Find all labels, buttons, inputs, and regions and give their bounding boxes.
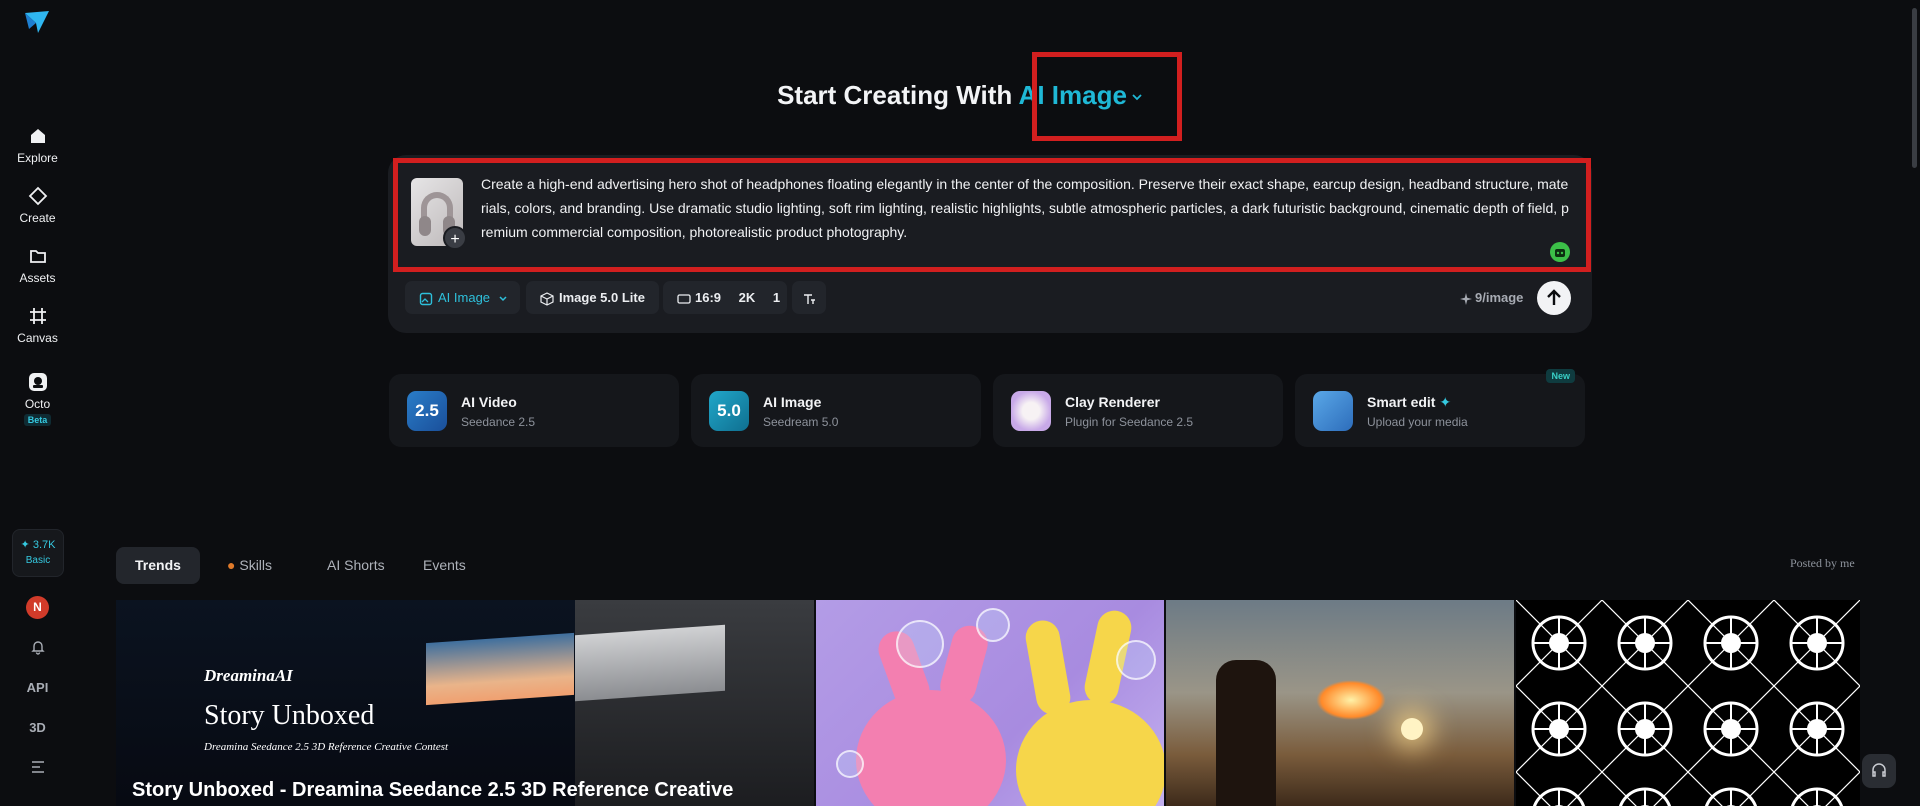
gallery-card-pattern[interactable]: [1516, 600, 1860, 806]
credit-cost: 9/image: [1460, 281, 1523, 314]
model-selector[interactable]: Image 5.0 Lite: [526, 281, 659, 314]
sidebar-item-canvas[interactable]: Canvas: [0, 306, 75, 345]
story-title: Story Unboxed: [204, 700, 375, 731]
sidebar: Explore Create Assets Canvas Octo Beta ✦…: [0, 0, 75, 806]
feature-title: AI Image: [763, 394, 822, 410]
flame-icon: ●: [227, 557, 236, 573]
octo-icon: [28, 373, 47, 391]
page-title: Start Creating With AI Image: [0, 80, 1920, 111]
ai-video-icon: 2.5: [407, 391, 447, 431]
beta-badge: Beta: [23, 414, 52, 426]
add-reference-button[interactable]: +: [443, 226, 467, 250]
tab-events[interactable]: Events: [404, 547, 485, 584]
folder-icon: [29, 250, 46, 263]
generate-button[interactable]: [1537, 281, 1571, 315]
count-label: 1: [772, 290, 781, 305]
page-scrollbar[interactable]: [1909, 0, 1920, 806]
frame-icon: [29, 308, 46, 324]
arrow-up-icon: [1547, 289, 1561, 305]
feature-title: Smart edit ✦: [1367, 394, 1452, 410]
robot-assistant-icon[interactable]: [1550, 242, 1570, 262]
feature-subtitle: Plugin for Seedance 2.5: [1065, 415, 1194, 429]
chevron-down-icon: [499, 296, 507, 301]
mode-dropdown-label: AI Image: [438, 290, 491, 305]
image-icon: [419, 292, 433, 305]
ratio-label: 16:9: [695, 290, 722, 305]
tab-ai-shorts[interactable]: AI Shorts: [308, 547, 404, 584]
brand-logo-text: DreaminaAI: [204, 666, 293, 685]
sparkle-icon: [1460, 292, 1472, 305]
api-button[interactable]: API: [0, 680, 75, 695]
text-style-button[interactable]: [792, 281, 826, 314]
avatar[interactable]: N: [26, 596, 49, 619]
prompt-input[interactable]: Create a high-end advertising hero shot …: [481, 172, 1571, 244]
cube-icon: [540, 291, 554, 306]
feature-subtitle: Upload your media: [1367, 415, 1468, 429]
model-label: Image 5.0 Lite: [559, 290, 645, 305]
sidebar-item-explore[interactable]: Explore: [0, 126, 75, 165]
feature-smart-edit[interactable]: Smart edit ✦ Upload your media New: [1295, 369, 1585, 447]
ai-image-icon: 5.0: [709, 391, 749, 431]
notifications-button[interactable]: [0, 639, 75, 658]
sidebar-item-assets[interactable]: Assets: [0, 246, 75, 285]
sidebar-item-label: Create: [19, 211, 56, 225]
gallery-card-story-unboxed[interactable]: DreaminaAI Story Unboxed Dreamina Seedan…: [116, 600, 814, 806]
sidebar-item-octo[interactable]: Octo Beta: [0, 372, 75, 426]
menu-icon: [31, 761, 44, 773]
output-settings[interactable]: 16:9 2K 1: [663, 281, 787, 314]
home-icon: [30, 129, 45, 143]
feature-title: Clay Renderer: [1065, 394, 1160, 410]
credits-amount: ✦ 3.7K: [20, 539, 56, 551]
feature-title: AI Video: [461, 394, 517, 410]
mode-dropdown[interactable]: AI Image: [405, 281, 520, 314]
feature-ai-image[interactable]: 5.0 AI Image Seedream 5.0: [691, 374, 981, 447]
tab-trends[interactable]: Trends: [116, 547, 200, 584]
support-button[interactable]: [1862, 754, 1896, 788]
feature-subtitle: Seedream 5.0: [763, 415, 839, 429]
flower-icon: [1011, 391, 1051, 431]
dreamina-logo-icon[interactable]: [23, 9, 51, 35]
sidebar-item-label: Octo: [24, 397, 51, 411]
sidebar-item-label: Explore: [17, 151, 58, 165]
sidebar-item-label: Assets: [19, 271, 56, 285]
3d-button[interactable]: 3D: [0, 720, 75, 735]
feather-icon: [1313, 391, 1353, 431]
tab-skills[interactable]: ● Skills: [208, 547, 291, 584]
sidebar-item-label: Canvas: [17, 331, 58, 345]
cost-label: 9/image: [1475, 290, 1524, 305]
aspect-ratio-icon: [677, 293, 691, 304]
gallery-card-bunnies[interactable]: [816, 600, 1164, 806]
feature-ai-video[interactable]: 2.5 AI Video Seedance 2.5: [389, 374, 679, 447]
credits-badge[interactable]: ✦ 3.7K Basic: [12, 529, 64, 577]
sidebar-item-create[interactable]: Create: [0, 186, 75, 225]
plan-label: Basic: [25, 555, 51, 566]
diamond-icon: [28, 186, 47, 206]
new-badge: New: [1546, 369, 1575, 383]
card-caption: Story Unboxed - Dreamina Seedance 2.5 3D…: [132, 779, 734, 801]
posted-by-filter[interactable]: Posted by me: [1790, 556, 1855, 571]
gallery-card-cowboy-train[interactable]: [1166, 600, 1514, 806]
menu-button[interactable]: [0, 760, 75, 777]
highlight-box-mode: [1032, 52, 1182, 141]
feature-subtitle: Seedance 2.5: [461, 415, 536, 429]
bell-icon: [30, 641, 45, 655]
headset-icon: [1872, 763, 1886, 777]
title-prefix: Start Creating With: [777, 80, 1013, 110]
feature-clay-renderer[interactable]: Clay Renderer Plugin for Seedance 2.5: [993, 374, 1283, 447]
story-subtitle: Dreamina Seedance 2.5 3D Reference Creat…: [204, 741, 449, 753]
text-icon: [804, 293, 815, 304]
resolution-label: 2K: [738, 290, 756, 305]
